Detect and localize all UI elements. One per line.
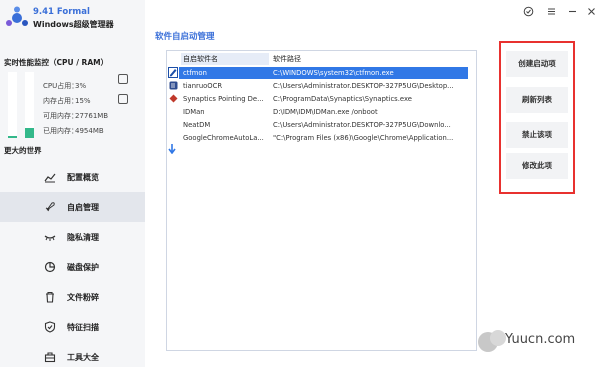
table-row[interactable]: Synaptics Pointing De... C:\ProgramData\…: [167, 93, 476, 105]
table-row[interactable]: NeatDM C:\Users\Administrator.DESKTOP-32…: [167, 119, 476, 131]
create-startup-button[interactable]: 创建启动项: [506, 51, 568, 77]
row-path: C:\Users\Administrator.DESKTOP-327P5UG\D…: [273, 82, 454, 90]
eye-closed-icon: [44, 235, 56, 241]
stat-ram: 内存占用：15%: [43, 97, 91, 105]
sidebar-item-label: 工具大全: [67, 353, 99, 362]
sidebar-item-label: 特征扫描: [67, 323, 99, 332]
sidebar-item-privacy-clean[interactable]: 隐私清理: [0, 222, 145, 252]
column-header-path[interactable]: 软件路径: [270, 53, 475, 65]
rocket-icon: [45, 202, 55, 212]
app-icon: [169, 81, 178, 90]
row-name: GoogleChromeAutoLa...: [183, 134, 264, 142]
row-path: "C:\Program Files (x86)\Google\Chrome\Ap…: [273, 134, 454, 142]
stat-available-memory: 可用内存：27761MB: [43, 112, 109, 120]
shield-check-icon: [44, 321, 56, 333]
menu-icon[interactable]: [546, 6, 557, 17]
stat-cpu: CPU占用：3%: [43, 82, 87, 90]
modify-item-button[interactable]: 修改此项: [506, 153, 568, 179]
row-path: D:\IDM\IDM\IDMan.exe /onboot: [273, 108, 378, 116]
sidebar-item-toolbox[interactable]: 工具大全: [0, 342, 145, 367]
sidebar-section-title: 更大的世界: [4, 146, 42, 155]
row-path: C:\WINDOWS\system32\ctfmon.exe: [273, 69, 394, 77]
table-row[interactable]: ctfmon C:\WINDOWS\system32\ctfmon.exe: [179, 67, 468, 79]
monitor-title: 实时性能监控（CPU / RAM）: [4, 58, 109, 67]
minimize-icon[interactable]: [567, 6, 578, 17]
trash-icon: [46, 291, 54, 303]
row-name: Synaptics Pointing De...: [183, 95, 264, 103]
sidebar-item-label: 自启管理: [67, 203, 99, 212]
close-icon[interactable]: [586, 6, 597, 17]
cpu-chip-icon[interactable]: [118, 74, 128, 84]
ram-usage-bar: [25, 72, 34, 138]
table-row[interactable]: GoogleChromeAutoLa... "C:\Program Files …: [167, 132, 476, 144]
refresh-list-button[interactable]: 刷新列表: [506, 87, 568, 113]
column-header-name[interactable]: 自启软件名: [181, 53, 269, 65]
row-path: C:\ProgramData\Synaptics\Synaptics.exe: [273, 95, 412, 103]
action-button-group: 创建启动项 刷新列表 禁止该项 修改此项: [499, 41, 575, 194]
table-row[interactable]: tianruoOCR C:\Users\Administrator.DESKTO…: [167, 80, 476, 92]
page-title: 软件自启动管理: [155, 32, 215, 42]
sidebar-item-config-overview[interactable]: 配置概览: [0, 162, 145, 192]
sidebar-item-file-shredder[interactable]: 文件粉碎: [0, 282, 145, 312]
sidebar-item-startup-manager[interactable]: 自启管理: [0, 192, 145, 222]
app-name: Windows超级管理器: [33, 20, 114, 29]
arrow-down-icon[interactable]: [168, 144, 176, 154]
pie-chart-icon: [44, 261, 56, 273]
row-path: C:\Users\Administrator.DESKTOP-327P5UG\D…: [273, 121, 451, 129]
sidebar-item-label: 磁盘保护: [67, 263, 99, 272]
table-row[interactable]: IDMan D:\IDM\IDM\IDMan.exe /onboot: [167, 106, 476, 118]
sidebar-item-label: 隐私清理: [67, 233, 99, 242]
memory-icon[interactable]: [118, 94, 128, 104]
row-name: ctfmon: [183, 69, 207, 77]
row-name: tianruoOCR: [183, 82, 223, 90]
stat-used-memory: 已用内存：4954MB: [43, 127, 104, 135]
chart-line-icon: [44, 173, 56, 183]
app-version: 9.41 Formal: [33, 7, 90, 17]
row-name: NeatDM: [183, 121, 211, 129]
usage-bars: [8, 72, 36, 138]
startup-list[interactable]: 自启软件名 软件路径 ctfmon C:\WINDOWS\system32\ct…: [166, 50, 477, 351]
toolbox-icon: [44, 352, 56, 363]
app-logo-icon: [6, 6, 28, 26]
edit-icon: [168, 67, 178, 78]
clock-check-icon[interactable]: [523, 6, 534, 17]
app-icon: [169, 94, 178, 103]
cpu-usage-bar: [8, 72, 17, 138]
sidebar: 9.41 Formal Windows超级管理器 实时性能监控（CPU / RA…: [0, 0, 145, 367]
sidebar-item-label: 文件粉碎: [67, 293, 99, 302]
sidebar-item-feature-scan[interactable]: 特征扫描: [0, 312, 145, 342]
watermark-text: Yuucn.com: [505, 332, 576, 347]
disable-item-button[interactable]: 禁止该项: [506, 122, 568, 148]
sidebar-item-label: 配置概览: [67, 173, 99, 182]
row-name: IDMan: [183, 108, 205, 116]
sidebar-item-disk-protect[interactable]: 磁盘保护: [0, 252, 145, 282]
